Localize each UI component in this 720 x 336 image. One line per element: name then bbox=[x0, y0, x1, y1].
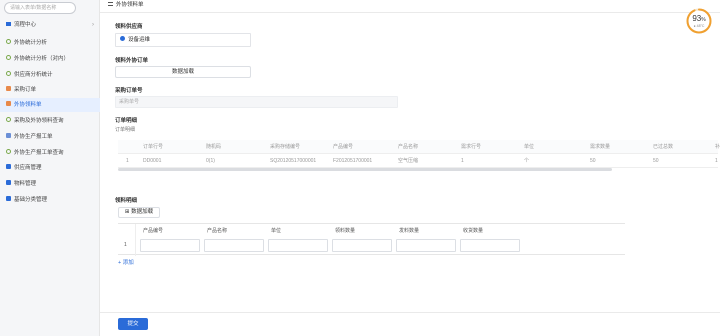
sidebar-item-category-mgmt[interactable]: 基础分类管理 bbox=[0, 193, 100, 207]
sidebar-item-process-center[interactable]: 流程中心 › bbox=[0, 18, 100, 32]
sidebar-item-purchase-order[interactable]: 采购订单 bbox=[0, 83, 100, 97]
plus-icon: + bbox=[118, 260, 122, 266]
row-number: 1 bbox=[124, 242, 127, 248]
table-header: 订单行号 随机码 采购存储编号 产品编号 产品名称 需求行号 单位 需求数量 已… bbox=[118, 140, 720, 154]
divider bbox=[100, 312, 720, 313]
circle-icon bbox=[6, 117, 11, 123]
chart-icon: ⊞ bbox=[124, 209, 130, 215]
po-label: 采购订单号 bbox=[115, 88, 143, 94]
sidebar: 请输入表单/数据名称 流程中心 › 外协统计分析 外协统计分析（对内） 供应商分… bbox=[0, 0, 100, 336]
folder-icon bbox=[6, 196, 11, 202]
issue-qty-input[interactable] bbox=[396, 239, 456, 252]
detail-label: 领料明细 bbox=[115, 198, 138, 204]
radio-icon bbox=[120, 36, 125, 42]
performance-gauge[interactable]: 93% ● 48°C bbox=[686, 8, 712, 34]
doc-icon bbox=[6, 86, 11, 92]
search-input[interactable]: 请输入表单/数据名称 bbox=[4, 2, 76, 14]
submit-button[interactable]: 提交 bbox=[118, 318, 148, 330]
order-detail-sublabel: 订单明细 bbox=[115, 127, 136, 133]
table-row[interactable]: 1 DD0001 0(1) SQ20120517000001 F20120517… bbox=[118, 154, 718, 168]
sidebar-item-outsource-stats-internal[interactable]: 外协统计分析（对内） bbox=[0, 52, 100, 66]
page-title: 外协领料单 bbox=[116, 2, 144, 8]
doc-icon bbox=[6, 101, 11, 107]
divider bbox=[100, 12, 720, 13]
sidebar-item-outsource-stats[interactable]: 外协统计分析 bbox=[0, 36, 100, 50]
folder-icon bbox=[6, 180, 11, 186]
detail-table: 产品编号 产品名称 单位 领料数量 发料数量 收货数量 1 bbox=[118, 223, 625, 256]
menu-icon[interactable] bbox=[108, 2, 113, 6]
tree-icon bbox=[6, 21, 11, 26]
sidebar-item-supplier-stats[interactable]: 供应商分析统计 bbox=[0, 68, 100, 82]
order-detail-label: 订单明细 bbox=[115, 118, 138, 124]
po-input[interactable]: 采购单号 bbox=[115, 96, 398, 108]
doc-icon bbox=[6, 133, 11, 139]
pick-qty-input[interactable] bbox=[332, 239, 392, 252]
sidebar-item-work-report[interactable]: 外协生产报工单 bbox=[0, 130, 100, 144]
chevron-right-icon: › bbox=[92, 22, 94, 28]
vendor-load-button[interactable]: 数据加载 bbox=[115, 66, 251, 78]
sidebar-item-outsource-picking[interactable]: 外协领料单 bbox=[0, 98, 100, 112]
main-content: 外协领料单 领料供应商 设备运维 领料外协订单 数据加载 采购订单号 采购单号 … bbox=[100, 0, 720, 336]
detail-load-button[interactable]: ⊞ 数据加载 bbox=[118, 207, 160, 218]
sidebar-item-work-report-query[interactable]: 外协生产报工单查询 bbox=[0, 146, 100, 160]
sidebar-item-supplier-mgmt[interactable]: 供应商管理 bbox=[0, 161, 100, 175]
receive-qty-input[interactable] bbox=[460, 239, 520, 252]
product-name-input[interactable] bbox=[204, 239, 264, 252]
page-header: 外协领料单 bbox=[108, 0, 144, 10]
horizontal-scrollbar[interactable] bbox=[118, 168, 612, 171]
add-row-button[interactable]: + 添加 bbox=[118, 258, 134, 266]
supplier-label: 领料供应商 bbox=[115, 24, 143, 30]
folder-icon bbox=[6, 164, 11, 170]
circle-icon bbox=[6, 149, 11, 155]
circle-icon bbox=[6, 55, 11, 61]
supplier-field[interactable]: 设备运维 bbox=[115, 33, 251, 47]
sidebar-item-material-mgmt[interactable]: 物料管理 bbox=[0, 177, 100, 191]
vendor-order-label: 领料外协订单 bbox=[115, 58, 149, 64]
product-code-input[interactable] bbox=[140, 239, 200, 252]
circle-icon bbox=[6, 71, 11, 77]
circle-icon bbox=[6, 39, 11, 45]
sidebar-item-picking-query[interactable]: 采购及外协领料查询 bbox=[0, 114, 100, 128]
unit-input[interactable] bbox=[268, 239, 328, 252]
